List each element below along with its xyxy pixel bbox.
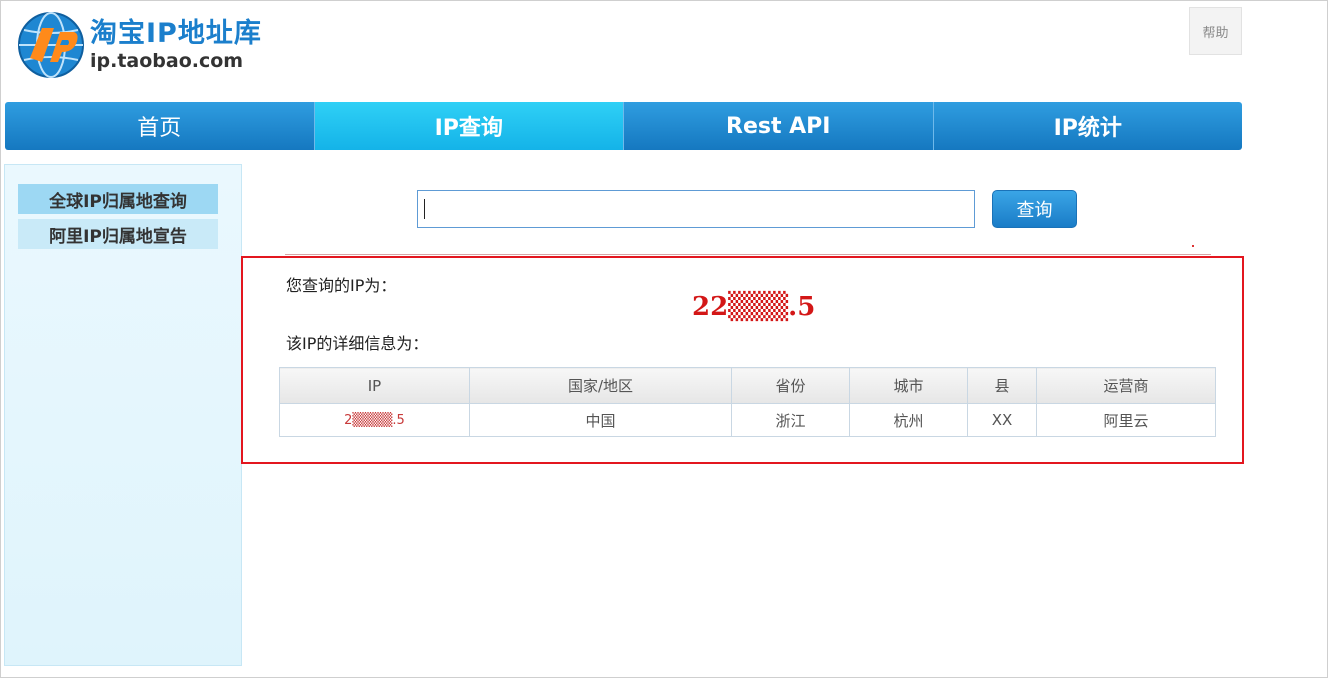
main-nav: 首页 IP查询 Rest API IP统计	[5, 102, 1242, 150]
divider	[285, 254, 1211, 255]
cell-province: 浙江	[731, 403, 850, 437]
column-header-county: 县	[967, 367, 1037, 404]
query-button[interactable]: 查询	[992, 190, 1077, 228]
site-logo[interactable]: 淘宝IP地址库 ip.taobao.com	[16, 10, 262, 80]
column-header-ip: IP	[279, 367, 470, 404]
cell-isp: 阿里云	[1036, 403, 1216, 437]
logo-url: ip.taobao.com	[90, 50, 244, 72]
cell-city: 杭州	[849, 403, 968, 437]
column-header-isp: 运营商	[1036, 367, 1216, 404]
cell-ip: 2▒▒▒▒.5	[279, 403, 470, 437]
text-cursor	[424, 199, 425, 219]
cell-county: XX	[967, 403, 1037, 437]
ip-info-table: IP 国家/地区 省份 城市 县 运营商 2▒▒▒▒.5 中国 浙江 杭州 XX…	[279, 367, 1216, 437]
cell-country: 中国	[469, 403, 732, 437]
column-header-city: 城市	[849, 367, 968, 404]
detail-label: 该IP的详细信息为：	[286, 334, 429, 353]
logo-title: 淘宝IP地址库	[90, 18, 262, 49]
sidebar-item-global-ip-query[interactable]: 全球IP归属地查询	[18, 184, 218, 214]
ip-search-input[interactable]	[417, 190, 975, 228]
column-header-province: 省份	[731, 367, 850, 404]
globe-ip-logo-icon	[18, 12, 84, 78]
table-row: 2▒▒▒▒.5 中国 浙江 杭州 XX 阿里云	[279, 403, 1216, 437]
nav-ip-query[interactable]: IP查询	[314, 102, 624, 150]
decorative-dot	[1192, 245, 1194, 247]
nav-ip-stats[interactable]: IP统计	[933, 102, 1242, 150]
help-button[interactable]: 帮助	[1189, 7, 1242, 55]
query-ip-label: 您查询的IP为：	[286, 276, 397, 295]
sidebar: 全球IP归属地查询 阿里IP归属地宣告	[4, 164, 242, 666]
nav-rest-api[interactable]: Rest API	[624, 102, 934, 150]
queried-ip-value: 22▒▒▒.5	[692, 292, 816, 322]
table-header-row: IP 国家/地区 省份 城市 县 运营商	[279, 367, 1216, 404]
sidebar-item-ali-ip-announce[interactable]: 阿里IP归属地宣告	[18, 219, 218, 249]
column-header-country: 国家/地区	[469, 367, 732, 404]
nav-home[interactable]: 首页	[5, 102, 315, 150]
